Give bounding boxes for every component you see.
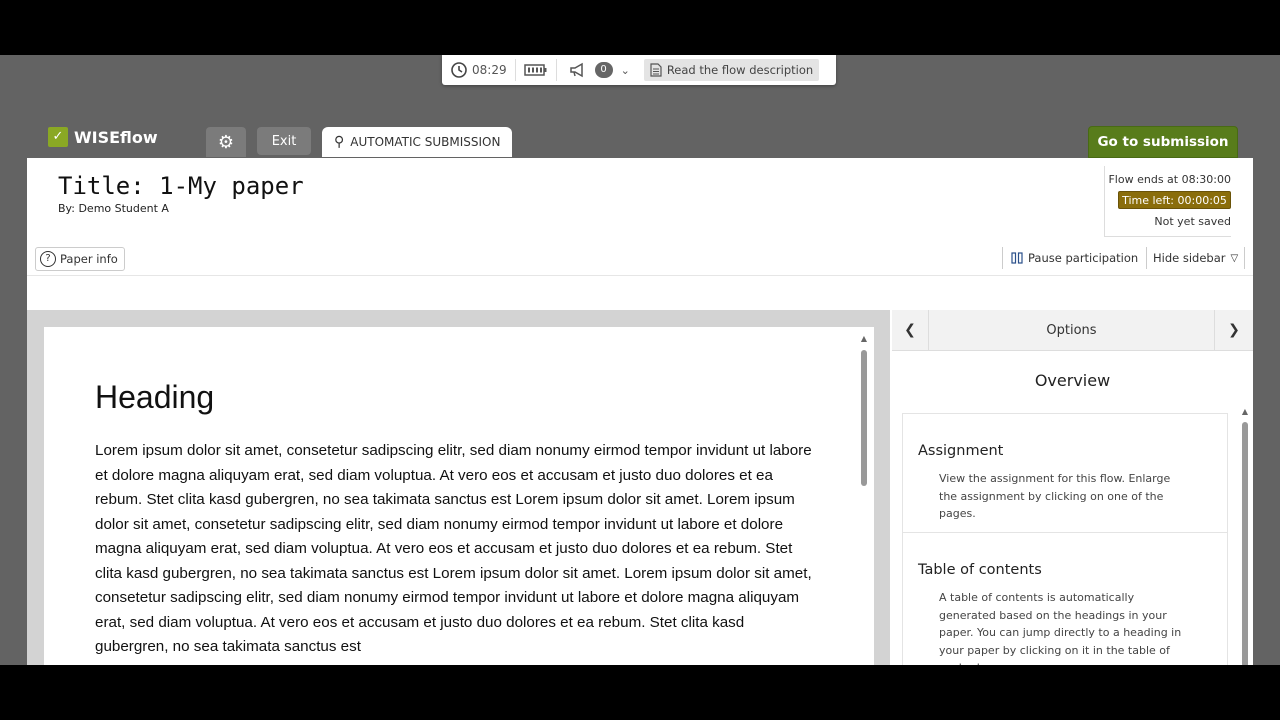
hide-sidebar-button[interactable]: Hide sidebar ▽ [1146,247,1246,269]
battery-icon [523,64,547,76]
battery [516,55,556,85]
chevron-right-icon: ❯ [1228,322,1240,338]
card-title: Assignment [918,443,1004,459]
automatic-submission-label: AUTOMATIC SUBMISSION [350,135,501,149]
app-window: 08:29 0 ⌄ Read the flow description ✓ WI… [0,55,1280,665]
wiseflow-logo: ✓ WISEflow [48,127,158,147]
notification-count-badge: 0 [594,62,613,78]
notifications-button[interactable]: 0 ⌄ [557,55,638,85]
assignment-card[interactable]: Assignment View the assignment for this … [903,414,1227,533]
logo-text: WISEflow [74,127,158,147]
time-left-badge: Time left: 00:00:05 [1118,191,1231,209]
megaphone-icon [569,62,583,78]
scrollbar-thumb[interactable] [1242,422,1248,665]
card-title: Table of contents [918,562,1042,578]
top-toolbar: 08:29 0 ⌄ Read the flow description [442,55,836,85]
chevron-down-icon: ▽ [1230,252,1239,264]
flow-end-time: Flow ends at 08:30:00 [1108,173,1231,186]
clock-icon [451,62,467,78]
clock-time: 08:29 [472,63,507,77]
sidebar-title: Options [1046,322,1097,338]
card-text: View the assignment for this flow. Enlar… [939,472,1171,520]
page-title: Title: 1-My paper [58,172,304,200]
main-panel: Title: 1-My paper By: Demo Student A Flo… [27,158,1253,665]
divider [27,275,1253,276]
sidebar-header: ❮ Options ❯ [892,310,1253,351]
pause-icon [1011,252,1023,264]
scroll-up-icon[interactable]: ▲ [1240,407,1250,416]
next-button[interactable]: ❯ [1214,310,1253,350]
document-heading[interactable]: Heading [95,379,214,416]
exit-button[interactable]: Exit [257,127,311,155]
document-paragraph[interactable]: Lorem ipsum dolor sit amet, consetetur s… [95,439,815,660]
paper-info-button[interactable]: ? Paper info [35,247,125,271]
hide-sidebar-label: Hide sidebar [1153,251,1226,265]
pause-label: Pause participation [1028,251,1139,265]
document-page[interactable]: Heading Lorem ipsum dolor sit amet, cons… [44,327,874,665]
editor-area: Heading Lorem ipsum dolor sit amet, cons… [27,310,890,665]
previous-button[interactable]: ❮ [892,310,929,350]
timer-panel: Flow ends at 08:30:00 Time left: 00:00:0… [1104,166,1231,237]
table-of-contents-card[interactable]: Table of contents A table of contents is… [903,533,1227,665]
gear-icon: ⚙ [217,131,235,153]
sidebar: ❮ Options ❯ Overview Assignment View the… [892,310,1253,665]
pause-participation-button[interactable]: Pause participation [1002,247,1138,269]
read-description-label: Read the flow description [666,63,814,77]
paper-info-label: Paper info [60,252,118,266]
overview-heading: Overview [1034,371,1111,390]
go-to-submission-button[interactable]: Go to submission [1088,126,1238,158]
editor-scrollbar[interactable]: ▲ [859,334,869,665]
automatic-submission-tab[interactable]: ⚲ AUTOMATIC SUBMISSION [322,127,512,157]
overview-cards: Assignment View the assignment for this … [902,413,1228,665]
author-byline: By: Demo Student A [58,202,169,215]
save-status: Not yet saved [1154,215,1231,228]
chevron-down-icon: ⌄ [620,63,630,77]
clock: 08:29 [442,55,515,85]
pin-icon: ⚲ [334,134,345,150]
scrollbar-thumb[interactable] [861,350,867,486]
settings-button[interactable]: ⚙ [206,127,246,157]
read-description-button[interactable]: Read the flow description [643,59,820,81]
document-icon [650,63,662,77]
help-icon: ? [40,251,56,267]
card-text: A table of contents is automatically gen… [939,591,1182,665]
chevron-left-icon: ❮ [904,322,916,338]
sidebar-scrollbar[interactable]: ▲ [1240,407,1250,665]
logo-icon: ✓ [48,127,68,147]
scroll-up-icon[interactable]: ▲ [859,334,869,343]
